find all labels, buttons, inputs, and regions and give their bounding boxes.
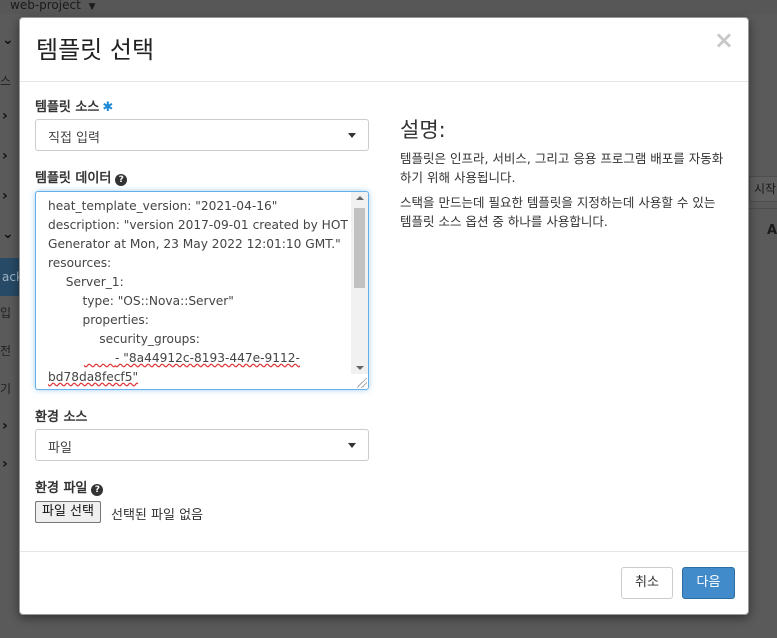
project-selector: web-project ▼ (0, 0, 777, 14)
code-line: properties: (67, 313, 149, 327)
cancel-button[interactable]: 취소 (621, 567, 673, 599)
sidebar-fragment: 스 (0, 74, 12, 88)
chevron-right-icon: › (2, 188, 8, 204)
code-line: description: "version 2017-09-01 created… (48, 218, 352, 251)
textarea-scrollbar[interactable] (351, 192, 368, 374)
template-data-textarea[interactable]: heat_template_version: "2021-04-16" descr… (35, 191, 369, 390)
background-button: 시작 (749, 176, 777, 202)
sidebar-item-active: ack (0, 258, 20, 296)
template-data-content: heat_template_version: "2021-04-16" descr… (48, 197, 353, 387)
description-paragraph: 템플릿은 인프라, 서비스, 그리고 응용 프로그램 배포를 자동화하기 위해 … (400, 151, 724, 185)
code-line: resources: (48, 256, 112, 270)
env-source-value: 파일 (48, 441, 72, 456)
code-line: - "8a44912c-8193-447e-9112-bd78da8fecf5" (48, 351, 300, 384)
close-icon[interactable]: × (714, 28, 734, 52)
question-circle-icon: ? (115, 174, 128, 186)
chevron-right-icon: › (2, 418, 8, 434)
question-circle-icon: ? (91, 484, 104, 496)
template-data-label: 템플릿 데이터? (35, 167, 128, 186)
chevron-down-icon: ⌄ (2, 226, 14, 242)
scroll-thumb[interactable] (354, 208, 365, 288)
code-line: security_groups: (76, 332, 200, 346)
template-source-label-text: 템플릿 소스 (35, 100, 100, 115)
template-data-label-text: 템플릿 데이터 (35, 171, 112, 186)
code-line: heat_template_version: "2021-04-16" (48, 199, 278, 213)
env-source-label-text: 환경 소스 (35, 410, 88, 425)
table-header-fragment: A (767, 223, 777, 238)
next-button[interactable]: 다음 (682, 567, 735, 599)
chevron-down-icon: ⌄ (2, 32, 14, 48)
chevron-right-icon: › (2, 108, 8, 124)
sidebar-fragment: 입 (0, 306, 12, 320)
code-line: Server_1: (58, 275, 124, 289)
caret-down-icon (348, 443, 356, 448)
choose-file-button[interactable]: 파일 선택 (35, 501, 101, 523)
sidebar-fragment: 기 (0, 382, 12, 396)
description-title: 설명: (400, 118, 446, 142)
template-source-select[interactable]: 직접 입력 (35, 119, 369, 151)
chevron-right-icon: › (2, 456, 8, 472)
code-line: type: "OS::Nova::Server" (67, 294, 234, 308)
project-name: web-project (10, 0, 81, 12)
template-source-value: 직접 입력 (48, 131, 100, 146)
description-paragraph: 스택을 만드는데 필요한 템플릿을 지정하는데 사용할 수 있는 템플릿 소스 … (400, 195, 716, 229)
env-file-label-text: 환경 파일 (35, 481, 88, 496)
sidebar-fragment: 전 (0, 344, 12, 358)
modal-footer: 취소 다음 (20, 551, 748, 614)
caret-down-icon (348, 133, 356, 138)
file-status-text: 선택된 파일 없음 (111, 508, 203, 523)
required-icon: ✱ (102, 100, 114, 115)
scroll-up-icon[interactable] (356, 196, 364, 200)
env-file-label: 환경 파일? (35, 477, 104, 496)
chevron-down-icon: ▼ (88, 2, 96, 12)
env-source-label: 환경 소스 (35, 406, 87, 425)
template-source-label: 템플릿 소스 ✱ (35, 96, 113, 115)
resize-handle-icon[interactable] (357, 378, 367, 388)
chevron-right-icon: › (2, 148, 8, 164)
scroll-down-icon[interactable] (356, 366, 364, 370)
modal-header: 템플릿 선택 × (20, 18, 748, 82)
divider (749, 208, 777, 209)
env-source-select[interactable]: 파일 (35, 429, 369, 461)
modal-title: 템플릿 선택 (36, 36, 155, 64)
template-select-modal: 템플릿 선택 × 템플릿 소스 ✱ 직접 입력 템플릿 데이터? heat_tem… (19, 17, 749, 615)
